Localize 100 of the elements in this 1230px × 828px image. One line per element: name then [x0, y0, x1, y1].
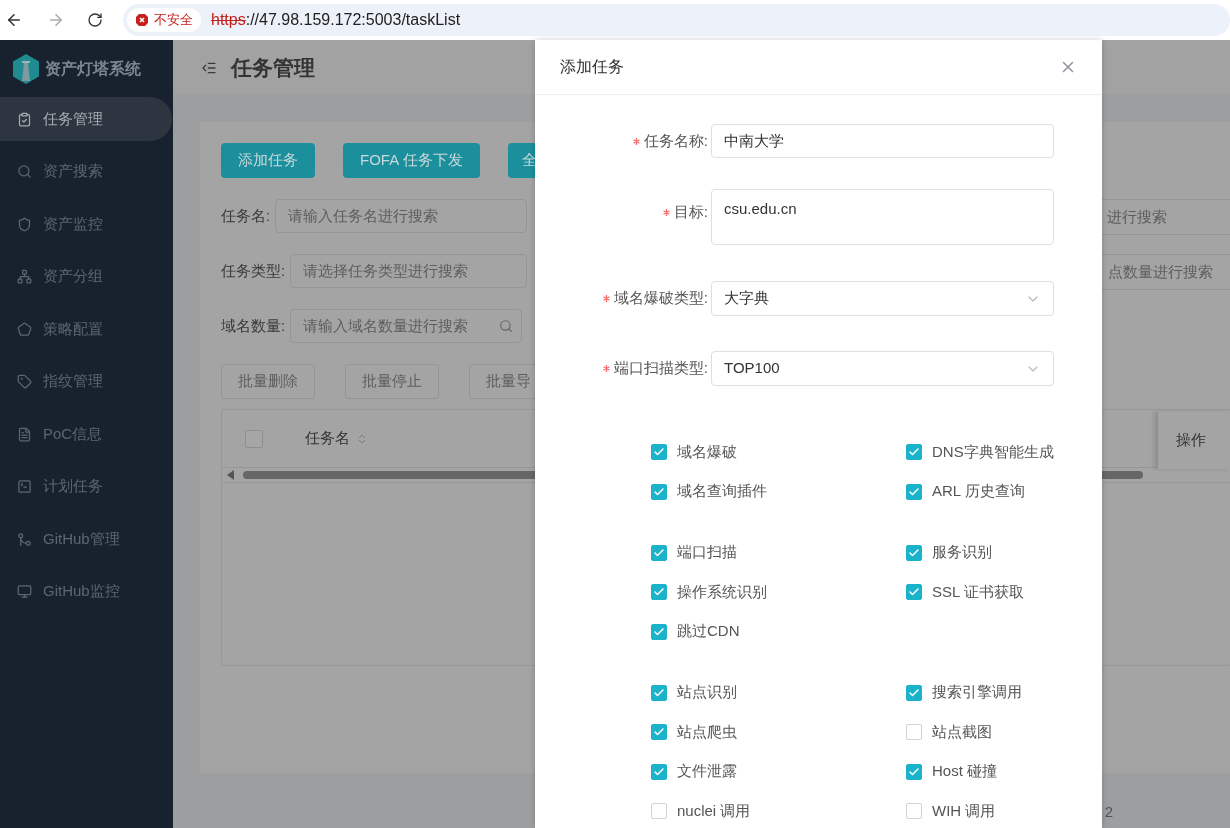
- clipboard-icon: [17, 111, 32, 127]
- url-text: https://47.98.159.172:5003/taskList: [211, 10, 461, 30]
- option-checkbox[interactable]: [651, 544, 667, 561]
- check-icon: [908, 485, 920, 498]
- filter-field[interactable]: 请选择任务类型进行搜索: [290, 254, 528, 288]
- terminal-icon: [17, 479, 32, 494]
- option-checkbox[interactable]: [651, 763, 667, 780]
- filter-field[interactable]: 请输入域名数量进行搜索: [290, 309, 523, 343]
- option-checkbox[interactable]: [651, 623, 667, 640]
- nav-item[interactable]: 资产监控: [0, 202, 172, 246]
- page-number[interactable]: 2: [1104, 800, 1113, 823]
- option-label: DNS字典智能生成: [932, 441, 1054, 462]
- option-label: ARL 历史查询: [932, 481, 1025, 502]
- dialog-title: 添加任务: [560, 57, 624, 77]
- option-checkbox[interactable]: [906, 684, 922, 701]
- nav-item[interactable]: 指纹管理: [0, 359, 172, 404]
- check-icon: [653, 625, 665, 638]
- option-label: 站点截图: [932, 721, 992, 742]
- option-checkbox[interactable]: [906, 724, 922, 740]
- field-label: 域名爆破类型:: [613, 288, 708, 309]
- option-label: WIH 调用: [932, 800, 996, 821]
- option-checkbox[interactable]: [651, 684, 667, 701]
- action-button[interactable]: 添加任务: [221, 143, 315, 178]
- nav-item[interactable]: PoC信息: [0, 412, 172, 456]
- tag-icon: [17, 374, 32, 389]
- lighthouse-logo-icon: [13, 53, 39, 84]
- search-icon: [17, 164, 32, 179]
- back-icon[interactable]: [5, 11, 23, 29]
- document-icon: [17, 426, 32, 442]
- check-icon: [653, 546, 665, 559]
- hierarchy-icon: [17, 269, 32, 284]
- app-name: 资产灯塔系统: [45, 58, 141, 79]
- check-icon: [908, 546, 920, 559]
- nav-item[interactable]: GitHub监控: [0, 569, 172, 614]
- batch-button[interactable]: 批量停止: [345, 364, 439, 399]
- git-icon: [17, 531, 32, 547]
- option-checkbox[interactable]: [906, 483, 922, 500]
- nav-item[interactable]: 资产分组: [0, 254, 172, 299]
- option-checkbox[interactable]: [651, 724, 667, 740]
- task-name-field[interactable]: 中南大学: [711, 124, 1054, 158]
- check-icon: [653, 686, 665, 699]
- check-icon: [653, 586, 665, 598]
- check-icon: [908, 686, 920, 699]
- nav-item[interactable]: 策略配置: [0, 307, 172, 351]
- option-label: 搜索引擎调用: [932, 682, 1022, 703]
- shield-icon: [17, 216, 32, 232]
- address-bar[interactable]: 不安全 https://47.98.159.172:5003/taskList: [123, 4, 1230, 36]
- option-label: nuclei 调用: [677, 800, 751, 821]
- check-icon: [908, 446, 920, 458]
- security-badge[interactable]: 不安全: [127, 8, 201, 32]
- scroll-left-icon[interactable]: [227, 470, 235, 480]
- nav-item[interactable]: 任务管理: [0, 97, 172, 141]
- pentagon-icon: [17, 321, 32, 337]
- option-checkbox[interactable]: [651, 803, 667, 819]
- nav-item[interactable]: 计划任务: [0, 464, 172, 509]
- column-header: 操作: [1176, 430, 1206, 451]
- field-label: 任务名称:: [643, 130, 708, 151]
- option-checkbox[interactable]: [651, 584, 667, 600]
- nav-item[interactable]: GitHub管理: [0, 517, 172, 561]
- option-label: 文件泄露: [677, 761, 737, 782]
- option-label: 域名爆破: [677, 441, 737, 462]
- filter-field[interactable]: 请输入任务名进行搜索: [275, 199, 528, 233]
- error-icon: [135, 13, 149, 27]
- sort-icon[interactable]: [356, 432, 368, 445]
- option-label: SSL 证书获取: [932, 581, 1024, 602]
- search-icon: [499, 319, 514, 333]
- filter-label: 任务名:: [221, 205, 271, 226]
- option-label: 跳过CDN: [677, 621, 740, 642]
- page-title: 任务管理: [231, 54, 315, 81]
- option-checkbox[interactable]: [906, 803, 922, 819]
- column-header[interactable]: 任务名: [305, 427, 350, 450]
- option-label: 操作系统识别: [677, 581, 767, 602]
- check-icon: [908, 586, 920, 598]
- option-checkbox[interactable]: [906, 763, 922, 780]
- check-icon: [908, 765, 920, 778]
- option-label: 站点爬虫: [677, 721, 737, 742]
- filter-label: 域名数量:: [221, 315, 286, 336]
- option-checkbox[interactable]: [906, 584, 922, 600]
- monitor-icon: [17, 584, 32, 599]
- forward-icon[interactable]: [47, 11, 65, 29]
- batch-button[interactable]: 批量删除: [221, 364, 315, 399]
- option-checkbox[interactable]: [906, 544, 922, 561]
- action-button[interactable]: 全: [507, 143, 538, 178]
- option-label: Host 碰撞: [932, 761, 997, 782]
- field-label: 目标:: [673, 202, 708, 222]
- action-button[interactable]: FOFA 任务下发: [343, 143, 480, 178]
- option-checkbox[interactable]: [651, 444, 667, 460]
- check-icon: [653, 765, 665, 778]
- option-checkbox[interactable]: [651, 483, 667, 500]
- option-label: 端口扫描: [677, 542, 737, 563]
- target-textarea[interactable]: csu.edu.cn: [711, 189, 1054, 245]
- check-icon: [653, 485, 665, 498]
- select-field[interactable]: TOP100: [711, 351, 1054, 386]
- select-field[interactable]: 大字典: [711, 281, 1054, 316]
- reload-icon[interactable]: [87, 12, 103, 28]
- filter-label: 任务类型:: [221, 260, 286, 281]
- nav-item[interactable]: 资产搜索: [0, 149, 172, 194]
- option-checkbox[interactable]: [906, 444, 922, 460]
- field-label: 端口扫描类型:: [613, 358, 708, 379]
- option-label: 服务识别: [932, 542, 992, 563]
